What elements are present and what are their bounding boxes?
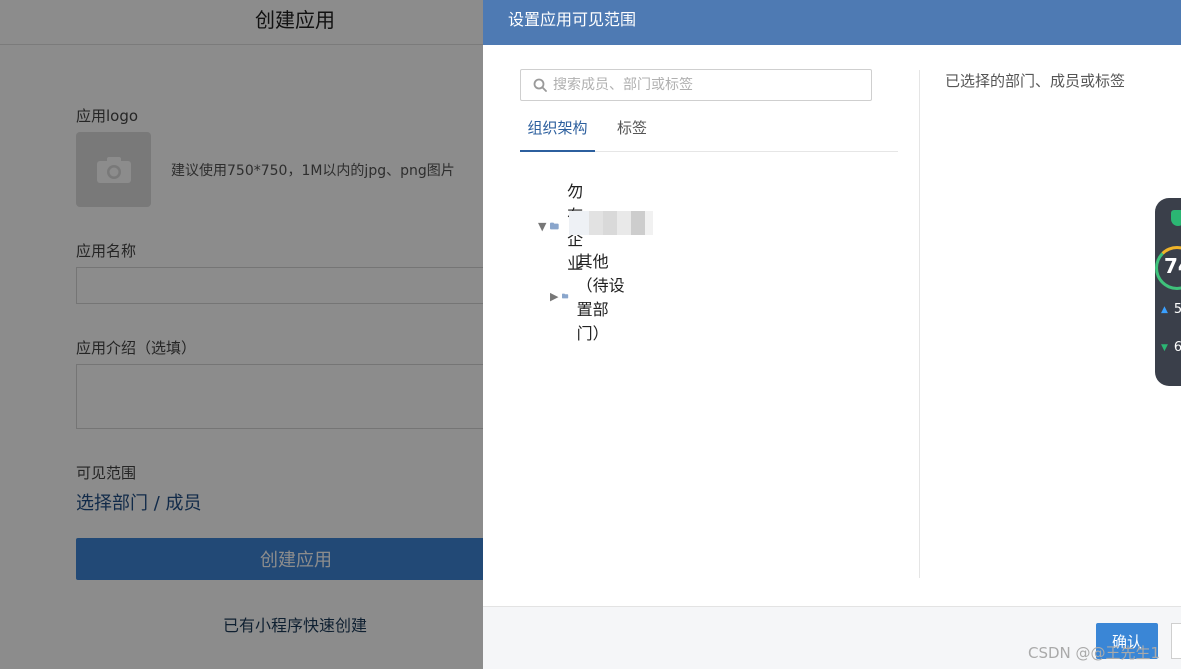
tab-tags[interactable]: 标签 [617,110,647,152]
shield-icon [1171,210,1181,226]
arrow-down-icon: ▼ [1161,342,1168,353]
folder-icon [562,293,569,299]
tab-bar: 组织架构 标签 [520,110,898,152]
panel-divider [919,70,920,578]
search-box[interactable] [520,69,872,101]
upload-speed: ▲ 5 [1161,302,1181,317]
search-input[interactable] [553,77,853,93]
tree-node-label: 其他（待设置部门） [576,252,625,343]
blurred-member[interactable] [569,211,653,235]
caret-down-icon[interactable]: ▼ [538,220,546,233]
dialog-title: 设置应用可见范围 [508,10,637,29]
dialog-header: 设置应用可见范围 [483,0,1181,45]
selected-panel-title: 已选择的部门、成员或标签 [945,72,1126,90]
arrow-up-icon: ▲ [1161,304,1168,315]
visibility-dialog: 设置应用可见范围 组织架构 标签 ▼ 勿有企业 ▶ [483,0,1181,669]
watermark: CSDN @@王先生1 [1028,644,1161,662]
tab-org-structure[interactable]: 组织架构 [520,110,595,152]
download-value: 6 [1173,340,1181,355]
upload-value: 5 [1173,302,1181,317]
search-icon [533,78,547,92]
download-speed: ▼ 6 [1161,340,1181,355]
cancel-button[interactable] [1171,623,1181,659]
folder-icon [550,222,560,230]
caret-right-icon[interactable]: ▶ [550,290,558,303]
speed-value: 74 [1164,254,1181,278]
tree-node-other[interactable]: ▶ 其他（待设置部门） [550,248,626,344]
speed-widget[interactable]: 74 ▲ 5 ▼ 6 [1155,198,1181,386]
